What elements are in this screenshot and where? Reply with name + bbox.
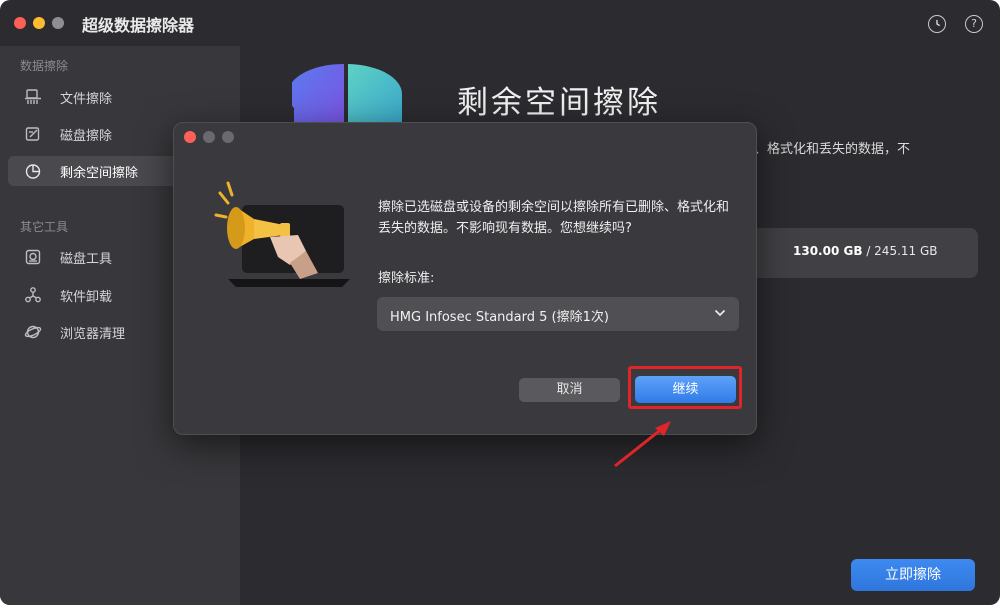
minimize-window-button[interactable] xyxy=(33,17,45,29)
dialog-minimize-button xyxy=(203,131,215,143)
cancel-button[interactable]: 取消 xyxy=(519,378,620,402)
disk-card[interactable]: 130.00 GB / 245.11 GB xyxy=(755,228,978,278)
title-bar: 超级数据擦除器 ? xyxy=(0,0,1000,46)
page-title: 剩余空间擦除 xyxy=(457,85,661,121)
erase-standard-select[interactable]: HMG Infosec Standard 5 (擦除1次) xyxy=(377,297,739,331)
app-title: 超级数据擦除器 xyxy=(82,16,195,35)
erase-standard-label: 擦除标准: xyxy=(378,271,435,286)
disk-capacity: 130.00 GB / 245.11 GB xyxy=(793,244,938,258)
dialog-message: 擦除已选磁盘或设备的剩余空间以擦除所有已删除、格式化和丢失的数据。不影响现有数据… xyxy=(378,200,730,236)
uninstall-icon xyxy=(25,287,41,303)
close-window-button[interactable] xyxy=(14,17,26,29)
sidebar-item-label: 剩余空间擦除 xyxy=(60,166,139,181)
sidebar-item-label: 磁盘工具 xyxy=(60,252,113,267)
page-description: 、格式化和丢失的数据，不 xyxy=(754,142,911,157)
dialog-zoom-button xyxy=(222,131,234,143)
erase-now-button[interactable]: 立即擦除 xyxy=(851,559,975,591)
disk-erase-icon xyxy=(25,127,40,141)
megaphone-icon xyxy=(214,181,350,287)
highlight-box xyxy=(628,366,742,409)
sidebar-item-label: 磁盘擦除 xyxy=(60,129,113,144)
pie-chart-icon xyxy=(25,164,41,179)
zoom-window-button[interactable] xyxy=(52,17,64,29)
chevron-down-icon xyxy=(715,310,725,316)
sidebar-section-data-erase: 数据擦除 xyxy=(20,59,69,73)
history-icon[interactable] xyxy=(928,15,946,33)
browser-clean-icon xyxy=(24,325,42,339)
sidebar-item-label: 浏览器清理 xyxy=(60,327,126,342)
file-shredder-icon xyxy=(25,89,41,104)
dialog-close-button[interactable] xyxy=(184,131,196,143)
help-icon[interactable]: ? xyxy=(965,15,983,33)
app-window: 超级数据擦除器 ? 数据擦除 文件擦除 磁盘擦除 剩余空间擦除 其它工具 磁盘工… xyxy=(0,0,1000,605)
sidebar-item-label: 软件卸载 xyxy=(60,290,113,305)
disk-total: / 245.11 GB xyxy=(866,244,938,258)
erase-standard-value: HMG Infosec Standard 5 (擦除1次) xyxy=(390,310,609,325)
sidebar-item-file-erase[interactable]: 文件擦除 xyxy=(8,82,232,112)
sidebar-section-other-tools: 其它工具 xyxy=(20,220,69,234)
annotation-arrow xyxy=(614,421,671,468)
disk-used: 130.00 GB xyxy=(793,244,863,258)
sidebar-item-label: 文件擦除 xyxy=(60,92,113,107)
disk-tool-icon xyxy=(25,249,41,265)
